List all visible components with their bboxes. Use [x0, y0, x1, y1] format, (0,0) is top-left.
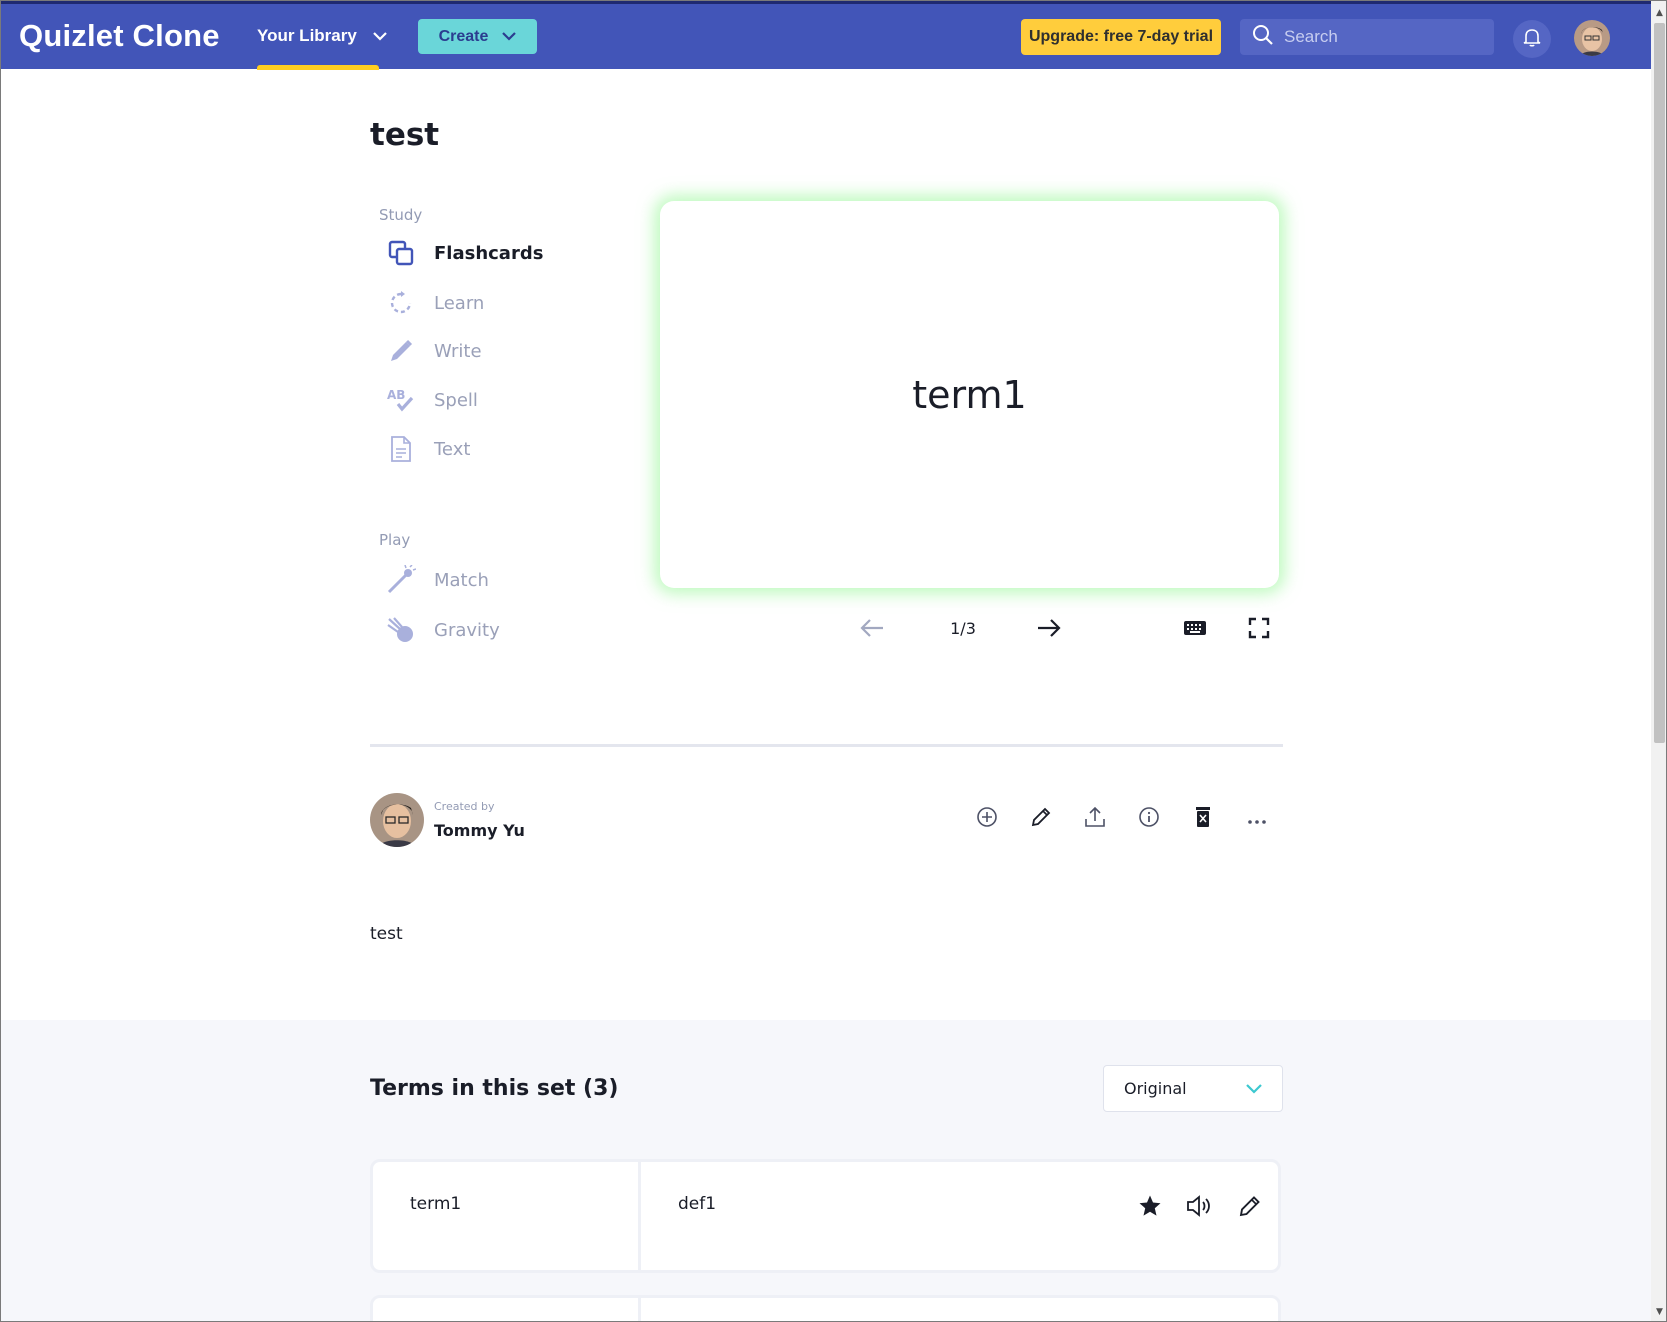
set-actions-toolbar	[971, 803, 1273, 835]
sort-select[interactable]: Original	[1103, 1065, 1283, 1112]
study-item-label: Text	[434, 438, 471, 460]
flashcards-icon	[386, 238, 416, 268]
app-window: Quizlet Clone Your Library Create Upgrad…	[0, 0, 1667, 1322]
scrollbar-thumb[interactable]	[1654, 23, 1665, 743]
study-item-spell[interactable]: AB Spell	[386, 384, 478, 416]
info-icon	[1138, 806, 1160, 832]
star-term-button[interactable]	[1134, 1192, 1166, 1224]
study-item-label: Flashcards	[434, 242, 544, 264]
bell-icon	[1523, 27, 1541, 51]
section-divider	[370, 744, 1283, 747]
study-item-label: Spell	[434, 389, 478, 411]
learn-icon	[386, 288, 416, 318]
next-card-button[interactable]	[1033, 614, 1065, 646]
card-counter: 1/3	[950, 619, 976, 638]
creator-name[interactable]: Tommy Yu	[434, 821, 525, 840]
study-item-label: Write	[434, 340, 482, 362]
keyboard-shortcuts-button[interactable]	[1179, 614, 1211, 646]
play-section-label: Play	[379, 531, 411, 549]
study-section-label: Study	[379, 206, 423, 224]
chevron-down-icon	[502, 28, 517, 46]
search-box[interactable]	[1240, 19, 1494, 55]
upload-icon	[1084, 806, 1106, 832]
study-item-flashcards[interactable]: Flashcards	[386, 237, 543, 269]
create-button[interactable]: Create	[418, 19, 537, 54]
play-item-match[interactable]: Match	[386, 564, 489, 596]
scroll-up-arrow-icon[interactable]: ▲	[1651, 4, 1666, 21]
active-tab-indicator	[257, 65, 379, 70]
user-avatar[interactable]	[1574, 20, 1610, 56]
fullscreen-icon	[1248, 617, 1270, 643]
chevron-down-icon	[373, 26, 387, 46]
term-cell	[373, 1298, 641, 1321]
terms-heading: Terms in this set (3)	[370, 1076, 619, 1101]
ellipsis-icon	[1247, 810, 1267, 829]
play-item-label: Gravity	[434, 619, 500, 641]
spell-icon: AB	[386, 385, 416, 415]
study-item-text[interactable]: Text	[386, 433, 470, 465]
study-item-write[interactable]: Write	[386, 335, 482, 367]
trash-icon	[1194, 806, 1212, 832]
definition-cell	[641, 1298, 1278, 1321]
more-options-button[interactable]	[1241, 803, 1273, 835]
document-icon	[386, 434, 416, 464]
share-button[interactable]	[1079, 803, 1111, 835]
edit-set-button[interactable]	[1025, 803, 1057, 835]
fullscreen-button[interactable]	[1243, 614, 1275, 646]
chevron-down-icon	[1246, 1079, 1262, 1098]
match-icon	[386, 565, 416, 595]
previous-card-button[interactable]	[856, 614, 888, 646]
pencil-icon	[1238, 1194, 1262, 1223]
sort-selected-value: Original	[1124, 1079, 1187, 1098]
speaker-icon	[1186, 1194, 1214, 1223]
creator-avatar[interactable]	[370, 793, 424, 847]
created-by-label: Created by	[434, 800, 495, 813]
search-input[interactable]	[1284, 27, 1484, 47]
arrow-left-icon	[859, 617, 885, 643]
term-row-actions	[1134, 1192, 1266, 1224]
page-title: test	[370, 117, 440, 153]
vertical-scrollbar[interactable]: ▲ ▼	[1651, 1, 1666, 1321]
gravity-icon	[386, 615, 416, 645]
svg-text:AB: AB	[387, 388, 405, 402]
create-label: Create	[438, 27, 489, 45]
star-icon	[1138, 1194, 1162, 1223]
search-icon	[1252, 24, 1274, 50]
add-to-folder-button[interactable]	[971, 803, 1003, 835]
play-item-gravity[interactable]: Gravity	[386, 614, 500, 646]
set-description: test	[370, 924, 403, 944]
definition-text: def1	[678, 1194, 717, 1214]
plus-circle-icon	[976, 806, 998, 832]
delete-set-button[interactable]	[1187, 803, 1219, 835]
top-navbar: Quizlet Clone Your Library Create Upgrad…	[1, 1, 1651, 70]
flashcard-term: term1	[912, 372, 1027, 417]
term-row	[370, 1295, 1281, 1321]
your-library-menu[interactable]: Your Library	[257, 26, 387, 46]
flashcard[interactable]: term1	[660, 201, 1279, 588]
upgrade-button[interactable]: Upgrade: free 7-day trial	[1021, 19, 1221, 55]
study-item-label: Learn	[434, 292, 485, 314]
definition-cell: def1	[641, 1162, 1278, 1270]
play-audio-button[interactable]	[1184, 1192, 1216, 1224]
notifications-button[interactable]	[1513, 20, 1551, 58]
scroll-down-arrow-icon[interactable]: ▼	[1651, 1303, 1666, 1320]
your-library-label: Your Library	[257, 26, 357, 45]
edit-term-button[interactable]	[1234, 1192, 1266, 1224]
pencil-icon	[386, 336, 416, 366]
play-item-label: Match	[434, 569, 489, 591]
term-cell: term1	[373, 1162, 641, 1270]
info-button[interactable]	[1133, 803, 1165, 835]
pencil-icon	[1030, 806, 1052, 832]
keyboard-icon	[1183, 619, 1207, 641]
app-logo[interactable]: Quizlet Clone	[19, 18, 220, 54]
term-row: term1 def1	[370, 1159, 1281, 1273]
arrow-right-icon	[1036, 617, 1062, 643]
study-item-learn[interactable]: Learn	[386, 287, 484, 319]
